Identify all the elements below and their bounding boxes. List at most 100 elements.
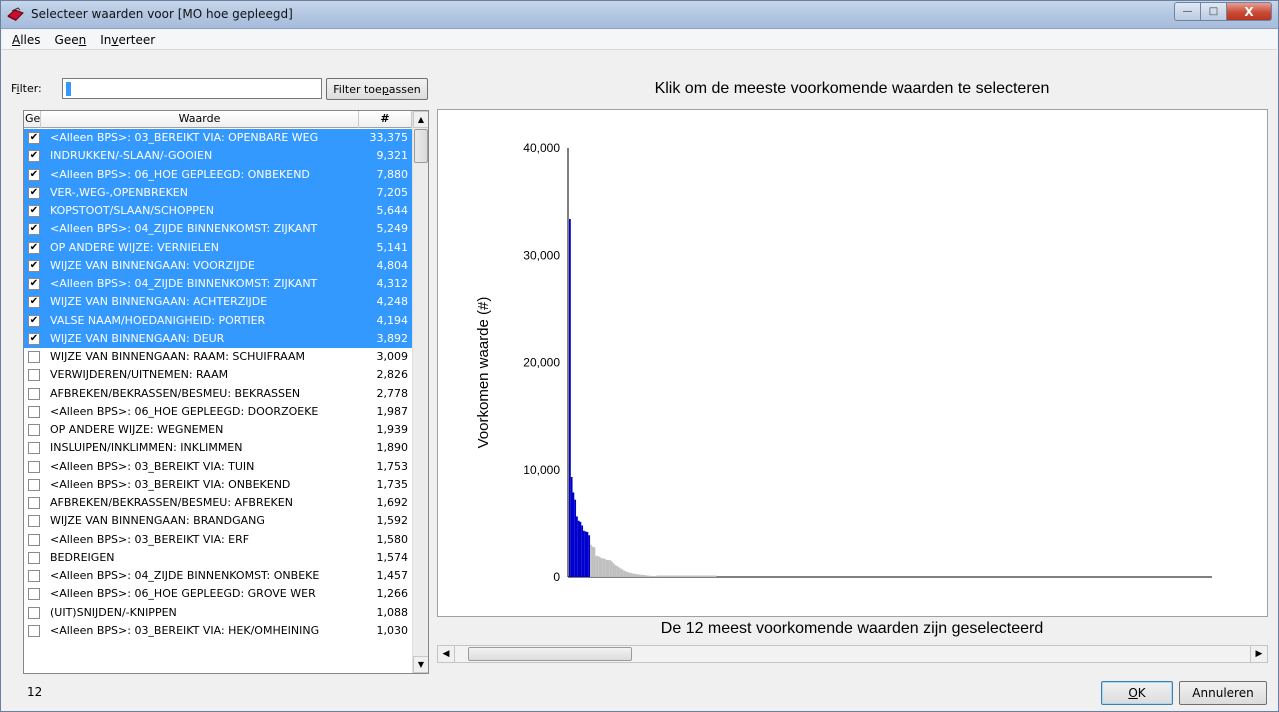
list-item[interactable]: ✔ KOPSTOOT/SLAAN/SCHOPPEN 5,644 <box>24 202 412 221</box>
horizontal-scroll-thumb[interactable] <box>468 647 632 661</box>
list-item[interactable]: <Alleen BPS>: 03_BEREIKT VIA: TUIN 1,753 <box>24 458 412 476</box>
maximize-button[interactable]: □ <box>1201 2 1227 21</box>
minimize-button[interactable]: — <box>1174 2 1201 21</box>
chart-bar <box>653 576 655 577</box>
row-checkbox[interactable] <box>28 515 40 528</box>
chart-bar <box>607 560 610 577</box>
list-item[interactable]: WIJZE VAN BINNENGAAN: RAAM: SCHUIFRAAM 3,… <box>24 348 412 366</box>
list-item[interactable]: ✔ WIJZE VAN BINNENGAAN: VOORZIJDE 4,804 <box>24 256 412 275</box>
chart-bar <box>644 575 647 577</box>
row-checkbox[interactable] <box>28 606 40 619</box>
list-item[interactable]: BEDREIGEN 1,574 <box>24 549 412 567</box>
row-checkbox[interactable]: ✔ <box>28 205 40 217</box>
row-checkbox[interactable]: ✔ <box>28 259 40 272</box>
title-bar[interactable]: Selecteer waarden voor [MO hoe gepleegd]… <box>1 1 1278 29</box>
row-checkbox[interactable] <box>28 570 40 582</box>
column-header-ge[interactable]: Ge <box>24 111 41 128</box>
ok-button[interactable]: OK <box>1101 681 1173 705</box>
row-checkbox[interactable] <box>28 533 40 546</box>
row-checkbox[interactable]: ✔ <box>28 278 40 290</box>
list-item[interactable]: ✔ <Alleen BPS>: 04_ZIJDE BINNENKOMST: ZIJ… <box>24 220 412 239</box>
row-checkbox[interactable]: ✔ <box>28 314 40 327</box>
scroll-thumb[interactable] <box>414 129 428 163</box>
row-checkbox[interactable] <box>28 460 40 473</box>
cancel-button[interactable]: Annuleren <box>1179 681 1267 705</box>
scroll-down-button[interactable]: ▼ <box>413 656 428 673</box>
row-checkbox[interactable] <box>28 387 40 400</box>
row-checkbox[interactable] <box>28 478 40 491</box>
values-list[interactable]: Ge Waarde # ✔ <Alleen BPS>: 03_BEREIKT VI… <box>23 110 429 674</box>
filter-label: Filter: <box>11 82 42 95</box>
row-checkbox[interactable] <box>28 442 40 455</box>
list-item[interactable]: <Alleen BPS>: 03_BEREIKT VIA: ONBEKEND 1,… <box>24 476 412 494</box>
list-item[interactable]: ✔ <Alleen BPS>: 06_HOE GEPLEEGD: ONBEKEND… <box>24 165 412 184</box>
row-value-label: <Alleen BPS>: 04_ZIJDE BINNENKOMST: ONBE… <box>50 569 320 582</box>
chart-horizontal-scrollbar[interactable]: ◀ ▶ <box>437 645 1268 663</box>
row-checkbox[interactable]: ✔ <box>28 223 40 236</box>
menu-inverteer[interactable]: Inverteer <box>100 33 155 47</box>
row-checkbox[interactable]: ✔ <box>28 241 40 254</box>
row-count: 4,248 <box>376 295 409 309</box>
list-item[interactable]: ✔ INDRUKKEN/-SLAAN/-GOOIEN 9,321 <box>24 147 412 166</box>
list-item[interactable]: <Alleen BPS>: 06_HOE GEPLEEGD: GROVE WER… <box>24 585 412 603</box>
list-item[interactable]: <Alleen BPS>: 04_ZIJDE BINNENKOMST: ONBE… <box>24 567 412 585</box>
list-item[interactable]: <Alleen BPS>: 03_BEREIKT VIA: HEK/OMHEIN… <box>24 622 412 640</box>
list-item[interactable]: INSLUIPEN/INKLIMMEN: INKLIMMEN 1,890 <box>24 439 412 457</box>
row-checkbox[interactable] <box>28 369 40 382</box>
list-item[interactable]: ✔ WIJZE VAN BINNENGAAN: ACHTERZIJDE 4,248 <box>24 293 412 312</box>
row-checkbox[interactable] <box>28 424 40 436</box>
list-item[interactable]: AFBREKEN/BEKRASSEN/BESMEU: BEKRASSEN 2,77… <box>24 385 412 403</box>
chart-bar <box>588 535 591 577</box>
scroll-up-button[interactable]: ▲ <box>413 111 428 128</box>
list-item[interactable]: <Alleen BPS>: 03_BEREIKT VIA: ERF 1,580 <box>24 531 412 549</box>
row-checkbox[interactable] <box>28 497 40 509</box>
chart-bar <box>646 575 648 577</box>
row-count: 1,987 <box>376 404 409 418</box>
chart-svg[interactable]: 0 10,000 20,000 30,000 40,000 Voorkomen waard… <box>438 110 1267 616</box>
menu-geen[interactable]: Geen <box>55 33 87 47</box>
list-item[interactable]: ✔ VALSE NAAM/HOEDANIGHEID: PORTIER 4,194 <box>24 311 412 330</box>
chart-bar <box>609 560 612 577</box>
chart-bar <box>621 569 624 577</box>
frequency-chart[interactable]: 0 10,000 20,000 30,000 40,000 Voorkomen waard… <box>437 109 1268 617</box>
list-item[interactable]: VERWIJDEREN/UITNEMEN: RAAM 2,826 <box>24 366 412 384</box>
chart-bar <box>649 575 652 577</box>
row-checkbox[interactable] <box>28 624 40 637</box>
row-count: 1,580 <box>376 532 409 546</box>
filter-input[interactable] <box>62 78 322 99</box>
scroll-left-button[interactable]: ◀ <box>438 646 455 662</box>
column-header-count[interactable]: # <box>359 111 412 128</box>
row-count: 5,249 <box>376 222 409 236</box>
menu-alles-mnemonic: A <box>12 32 21 47</box>
list-item[interactable]: AFBREKEN/BEKRASSEN/BESMEU: AFBREKEN 1,692 <box>24 494 412 512</box>
filter-apply-button[interactable]: Filter toe p assen <box>326 78 428 100</box>
row-checkbox[interactable] <box>28 588 40 601</box>
row-checkbox[interactable]: ✔ <box>28 150 40 163</box>
y-axis-label: Voorkomen waarde (#) <box>475 297 492 449</box>
menu-alles[interactable]: Alles <box>12 33 41 47</box>
row-checkbox[interactable] <box>28 351 40 363</box>
row-checkbox[interactable]: ✔ <box>28 168 40 181</box>
scroll-right-button[interactable]: ▶ <box>1250 646 1267 662</box>
list-item[interactable]: ✔ <Alleen BPS>: 04_ZIJDE BINNENKOMST: ZIJ… <box>24 275 412 294</box>
list-item[interactable]: ✔ OP ANDERE WIJZE: VERNIELEN 5,141 <box>24 238 412 257</box>
chart-bar <box>590 544 592 577</box>
filter-apply-mnemonic: p <box>381 82 389 96</box>
row-checkbox[interactable]: ✔ <box>28 332 40 345</box>
list-item[interactable]: OP ANDERE WIJZE: WEGNEMEN 1,939 <box>24 421 412 439</box>
list-item[interactable]: ✔ <Alleen BPS>: 03_BEREIKT VIA: OPENBARE … <box>24 129 412 148</box>
row-checkbox[interactable]: ✔ <box>28 296 40 309</box>
row-checkbox[interactable]: ✔ <box>28 132 40 144</box>
column-header-waarde[interactable]: Waarde <box>41 111 359 128</box>
row-checkbox[interactable]: ✔ <box>28 186 40 199</box>
close-button[interactable]: X <box>1227 2 1272 21</box>
list-vertical-scrollbar[interactable]: ▲ ▼ <box>412 111 428 673</box>
row-value-label: AFBREKEN/BEKRASSEN/BESMEU: AFBREKEN <box>50 496 293 509</box>
list-item[interactable]: (UIT)SNIJDEN/-KNIPPEN 1,088 <box>24 604 412 622</box>
list-item[interactable]: WIJZE VAN BINNENGAAN: BRANDGANG 1,592 <box>24 512 412 530</box>
list-item[interactable]: ✔ VER-,WEG-,OPENBREKEN 7,205 <box>24 183 412 202</box>
list-item[interactable]: <Alleen BPS>: 06_HOE GEPLEEGD: DOORZOEKE… <box>24 403 412 421</box>
row-checkbox[interactable] <box>28 551 40 564</box>
row-checkbox[interactable] <box>28 405 40 418</box>
list-item[interactable]: ✔ WIJZE VAN BINNENGAAN: DEUR 3,892 <box>24 329 412 348</box>
